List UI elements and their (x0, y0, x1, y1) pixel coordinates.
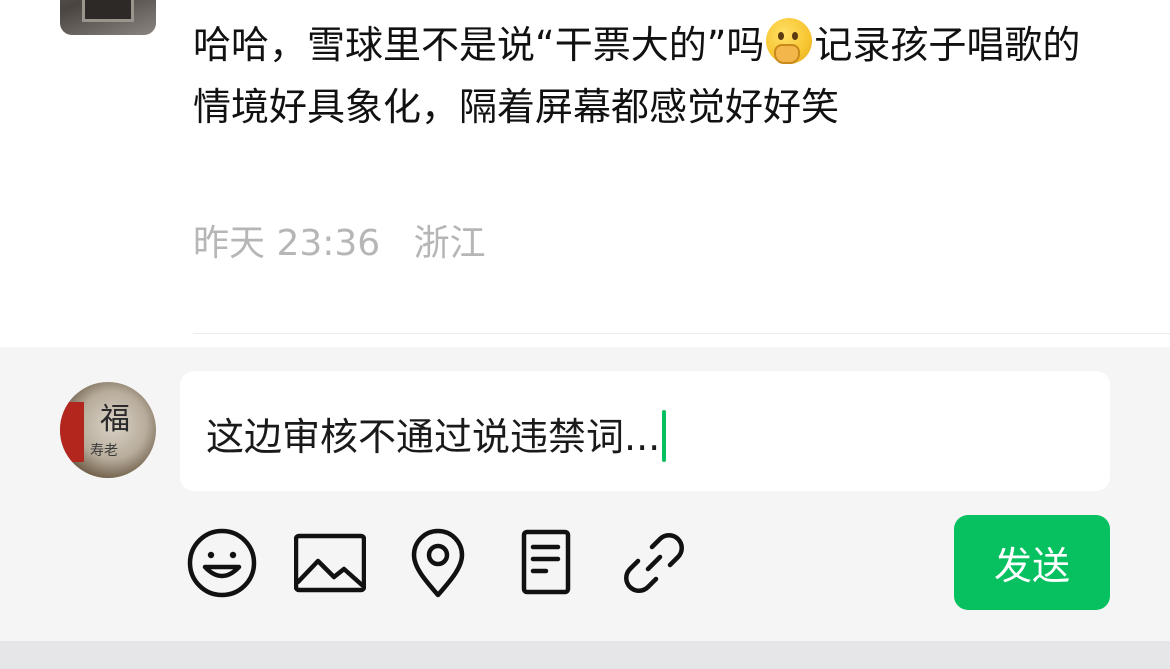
comment-input-value: 这边审核不通过说违禁词... (206, 415, 661, 459)
comment-composer: 福 寿老 这边审核不通过说违禁词... 发送 (0, 347, 1170, 641)
link-icon[interactable] (618, 527, 690, 599)
comment-text-part1: 哈哈，雪球里不是说“干票大的”吗 (193, 23, 765, 67)
comment-time: 昨天 23:36 (193, 223, 381, 264)
user-avatar[interactable]: 福 寿老 (60, 382, 156, 478)
comment-meta: 昨天 23:36 浙江 (193, 214, 508, 266)
comment-location: 浙江 (413, 223, 486, 264)
location-icon[interactable] (402, 527, 474, 599)
image-icon[interactable] (294, 527, 366, 599)
commenter-avatar[interactable] (60, 0, 156, 35)
comment-item: 哈哈，雪球里不是说“干票大的”吗 记录孩子唱歌的情境好具象化，隔着屏幕都感觉好好笑… (0, 0, 1170, 348)
text-caret (662, 410, 667, 462)
thinking-face-emoji-icon (766, 18, 813, 64)
comment-input[interactable]: 这边审核不通过说违禁词... (180, 371, 1110, 491)
bottom-bar (0, 641, 1170, 669)
document-icon[interactable] (510, 527, 582, 599)
comment-text: 哈哈，雪球里不是说“干票大的”吗 记录孩子唱歌的情境好具象化，隔着屏幕都感觉好好笑 (193, 14, 1113, 138)
emoji-icon[interactable] (186, 527, 258, 599)
send-button[interactable]: 发送 (954, 515, 1110, 610)
divider (193, 333, 1170, 334)
